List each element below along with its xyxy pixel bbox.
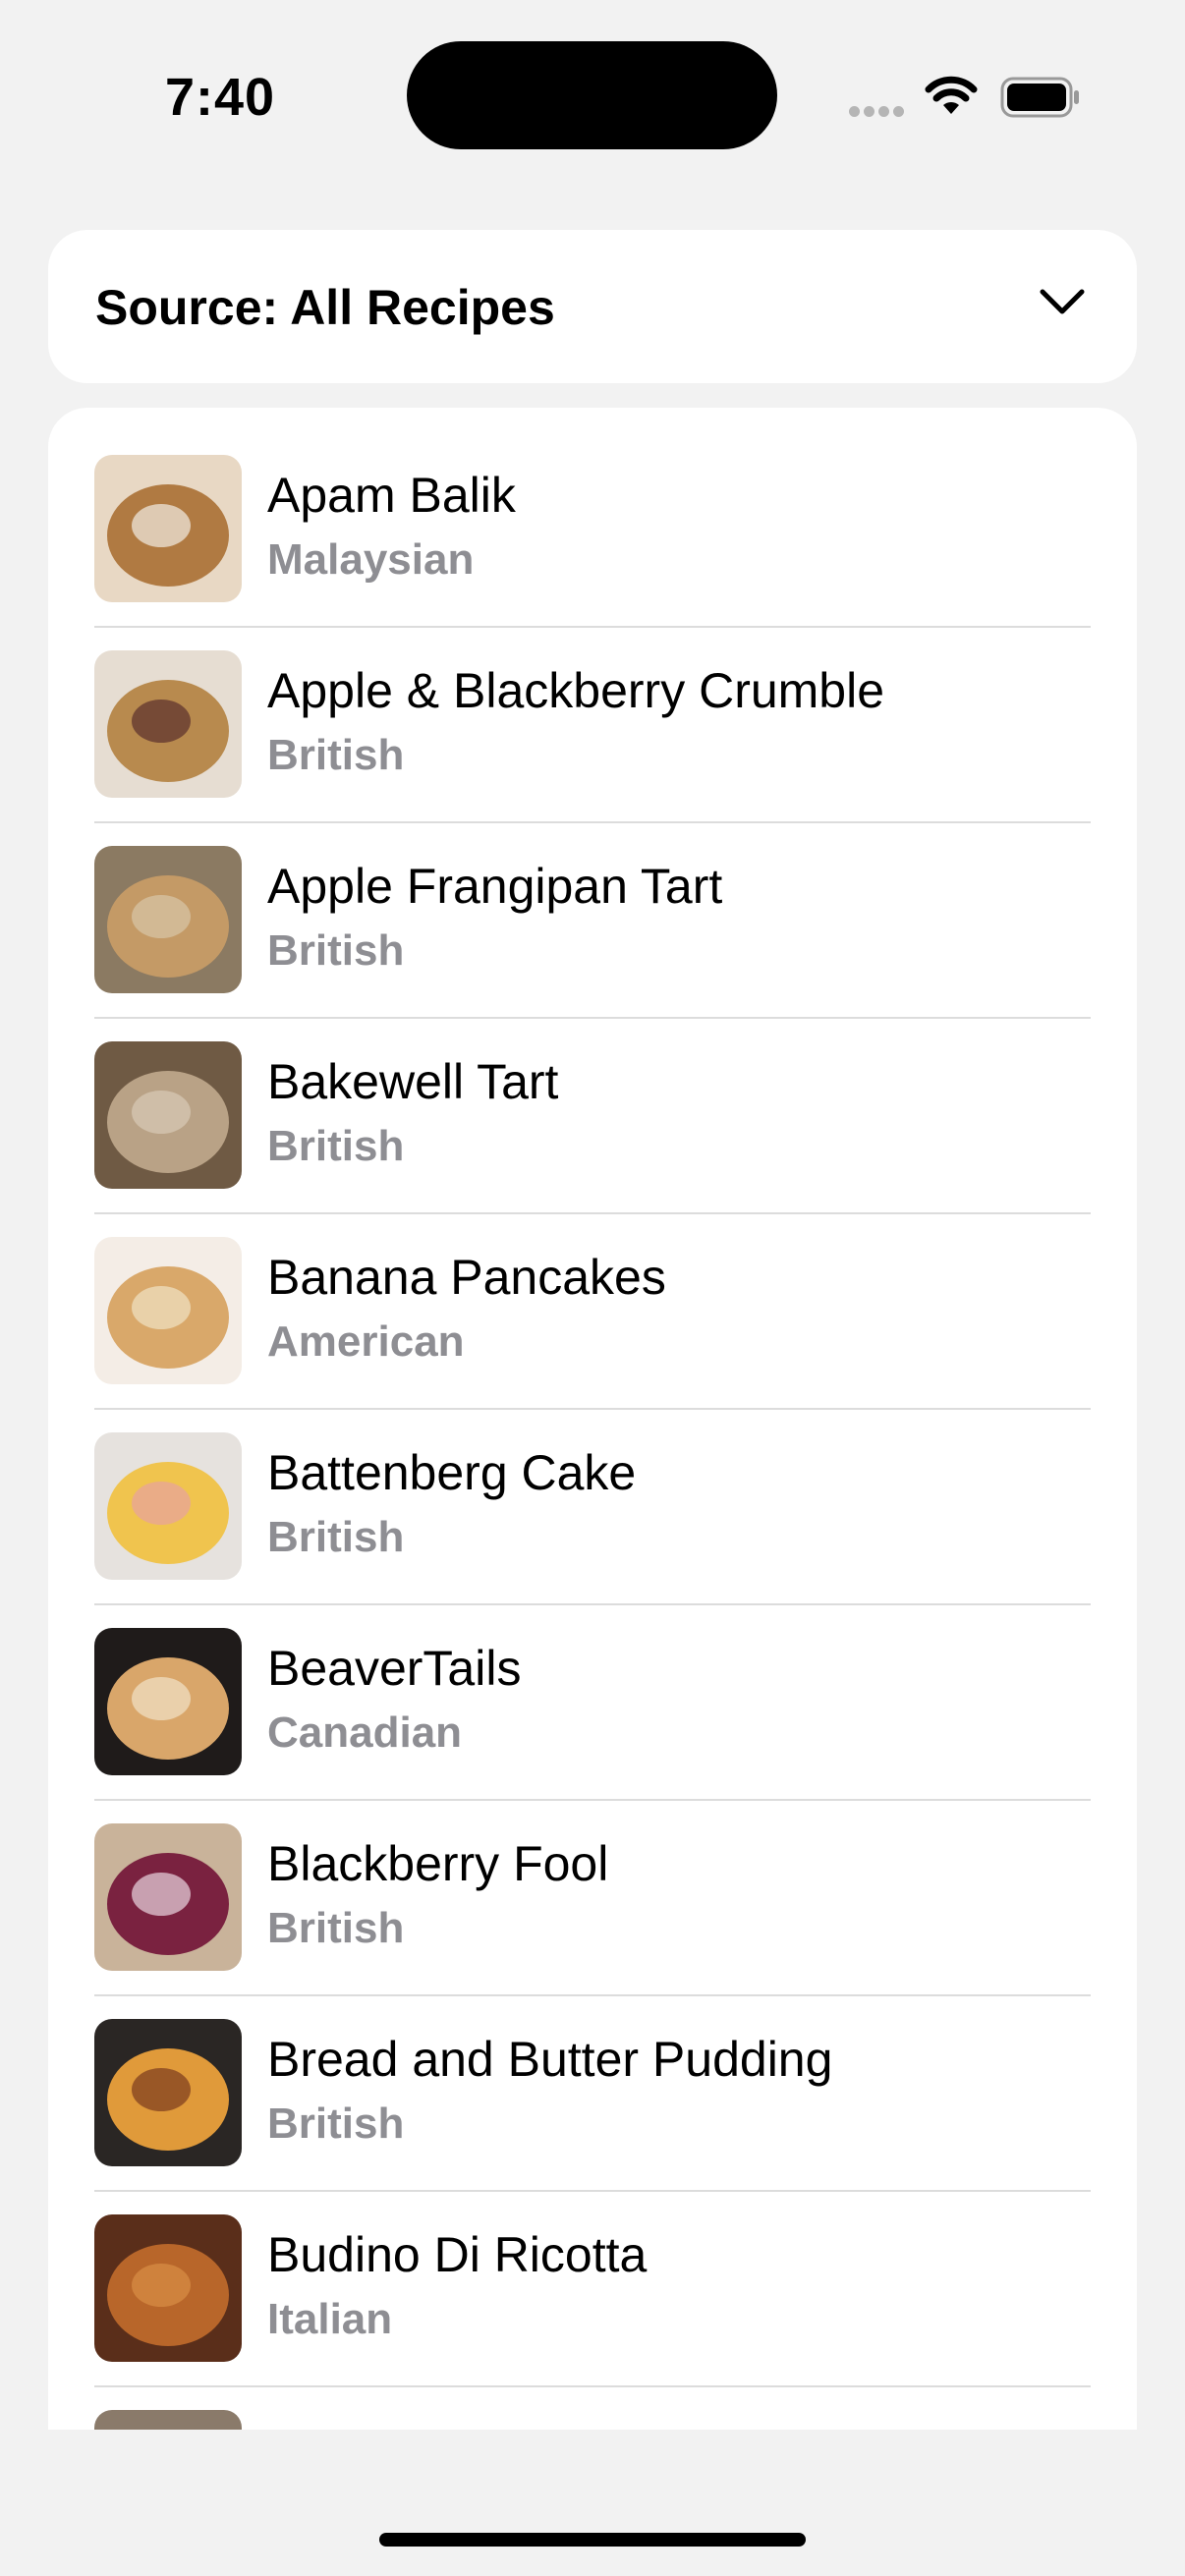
dynamic-island bbox=[407, 41, 777, 149]
recipe-thumbnail-image bbox=[94, 650, 242, 798]
recipe-name: Bakewell Tart bbox=[267, 1054, 559, 1109]
recipe-list-item[interactable]: Budino Di Ricotta Italian bbox=[48, 2167, 1137, 2387]
battery-icon bbox=[1000, 77, 1081, 123]
recipe-name: Bread and Butter Pudding bbox=[267, 2032, 833, 2087]
status-bar: 7:40 bbox=[0, 0, 1185, 196]
recipe-name: Apple & Blackberry Crumble bbox=[267, 663, 885, 718]
recipe-cuisine: Malaysian bbox=[267, 535, 475, 584]
cellular-signal-icon bbox=[849, 104, 908, 122]
recipe-list-item[interactable] bbox=[48, 2363, 1137, 2430]
recipe-thumbnail-image bbox=[94, 2410, 242, 2430]
recipe-name: Blackberry Fool bbox=[267, 1836, 609, 1891]
recipe-cuisine: Canadian bbox=[267, 1708, 463, 1757]
recipe-cuisine: British bbox=[267, 731, 405, 779]
recipe-name: Apple Frangipan Tart bbox=[267, 859, 723, 914]
recipe-name: BeaverTails bbox=[267, 1641, 522, 1696]
recipe-cuisine: British bbox=[267, 1122, 405, 1170]
recipe-thumbnail-image bbox=[94, 2214, 242, 2362]
recipe-cuisine: British bbox=[267, 1904, 405, 1952]
recipe-thumbnail-image bbox=[94, 1823, 242, 1971]
recipe-list-item[interactable]: BeaverTails Canadian bbox=[48, 1581, 1137, 1801]
recipe-name: Banana Pancakes bbox=[267, 1250, 666, 1305]
source-picker-label: Source: All Recipes bbox=[95, 280, 555, 335]
recipe-thumbnail-image bbox=[94, 1628, 242, 1775]
recipe-list-item[interactable]: Banana Pancakes American bbox=[48, 1190, 1137, 1410]
recipe-list-item[interactable]: Apple Frangipan Tart British bbox=[48, 799, 1137, 1019]
recipe-cuisine: American bbox=[267, 1317, 465, 1366]
recipe-name: Budino Di Ricotta bbox=[267, 2227, 648, 2282]
recipe-cuisine: Italian bbox=[267, 2295, 393, 2343]
source-picker[interactable]: Source: All Recipes bbox=[48, 230, 1137, 383]
recipe-thumbnail-image bbox=[94, 846, 242, 993]
recipe-thumbnail-image bbox=[94, 1041, 242, 1189]
recipe-thumbnail-image bbox=[94, 2019, 242, 2166]
recipe-thumbnail-image bbox=[94, 455, 242, 602]
recipe-cuisine: British bbox=[267, 1513, 405, 1561]
status-time: 7:40 bbox=[165, 68, 276, 127]
recipe-cuisine: British bbox=[267, 2100, 405, 2148]
recipe-name: Battenberg Cake bbox=[267, 1445, 637, 1500]
wifi-icon bbox=[924, 75, 979, 123]
chevron-down-icon bbox=[1039, 287, 1086, 321]
recipe-thumbnail-image bbox=[94, 1237, 242, 1384]
recipe-list-item[interactable]: Apam Balik Malaysian bbox=[48, 408, 1137, 628]
home-indicator[interactable] bbox=[379, 2533, 806, 2547]
recipe-list-item[interactable]: Bakewell Tart British bbox=[48, 994, 1137, 1214]
recipe-list-item[interactable]: Battenberg Cake British bbox=[48, 1385, 1137, 1605]
recipe-cuisine: British bbox=[267, 926, 405, 975]
recipe-list[interactable]: Apam Balik Malaysian Apple & Blackberry Cr… bbox=[48, 408, 1137, 2430]
recipe-list-item[interactable]: Bread and Butter Pudding British bbox=[48, 1972, 1137, 2192]
recipe-list-item[interactable]: Blackberry Fool British bbox=[48, 1776, 1137, 1996]
recipe-list-item[interactable]: Apple & Blackberry Crumble British bbox=[48, 603, 1137, 823]
recipe-name: Apam Balik bbox=[267, 468, 516, 523]
recipe-thumbnail-image bbox=[94, 1432, 242, 1580]
